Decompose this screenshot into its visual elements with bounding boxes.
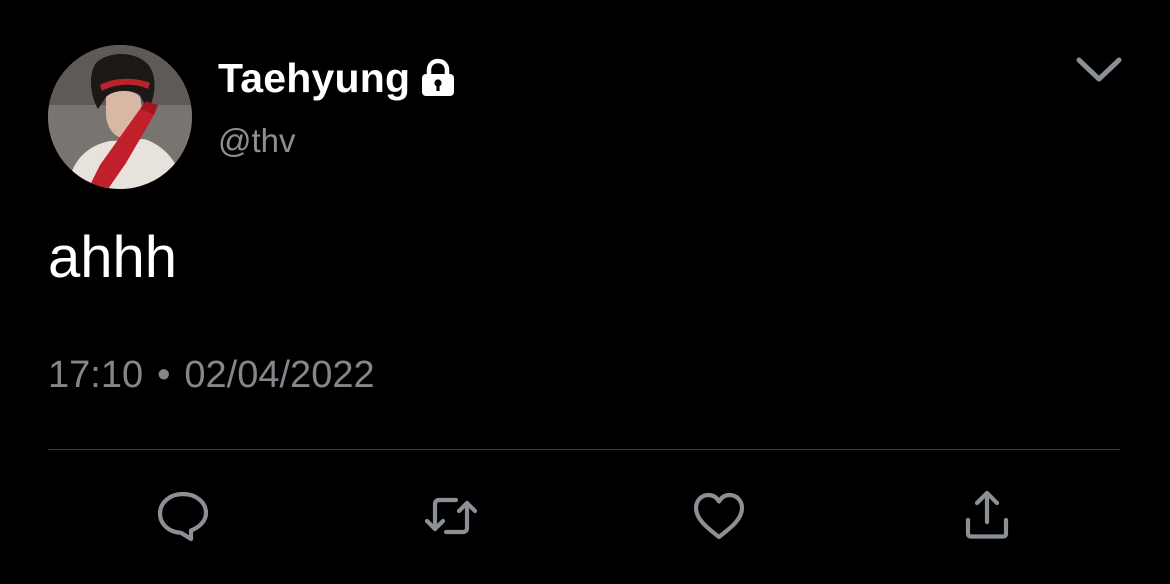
reply-icon (155, 488, 211, 544)
display-name[interactable]: Taehyung (218, 52, 410, 104)
tweet-date: 02/04/2022 (184, 354, 375, 396)
handle[interactable]: @thv (218, 121, 457, 161)
share-icon (959, 488, 1015, 544)
retweet-button[interactable] (423, 488, 479, 544)
share-button[interactable] (959, 488, 1015, 544)
profile-photo-icon (48, 45, 192, 189)
heart-icon (691, 488, 747, 544)
like-button[interactable] (691, 488, 747, 544)
reply-button[interactable] (155, 488, 211, 544)
tweet-timestamp[interactable]: 17:10 • 02/04/2022 (48, 352, 375, 398)
retweet-icon (423, 488, 479, 544)
action-bar (0, 488, 1170, 544)
tweet-time: 17:10 (48, 354, 144, 396)
display-name-row: Taehyung (218, 52, 457, 104)
tweet-text: ahhh (48, 225, 178, 290)
chevron-down-icon[interactable] (1074, 52, 1124, 86)
lock-icon (419, 58, 457, 98)
tweet-card: Taehyung @thv ahhh 17:10 • 02/04/2022 (0, 0, 1170, 584)
author-block: Taehyung @thv (218, 52, 457, 161)
divider (48, 449, 1120, 450)
avatar[interactable] (48, 45, 192, 189)
meta-separator: • (157, 354, 171, 396)
